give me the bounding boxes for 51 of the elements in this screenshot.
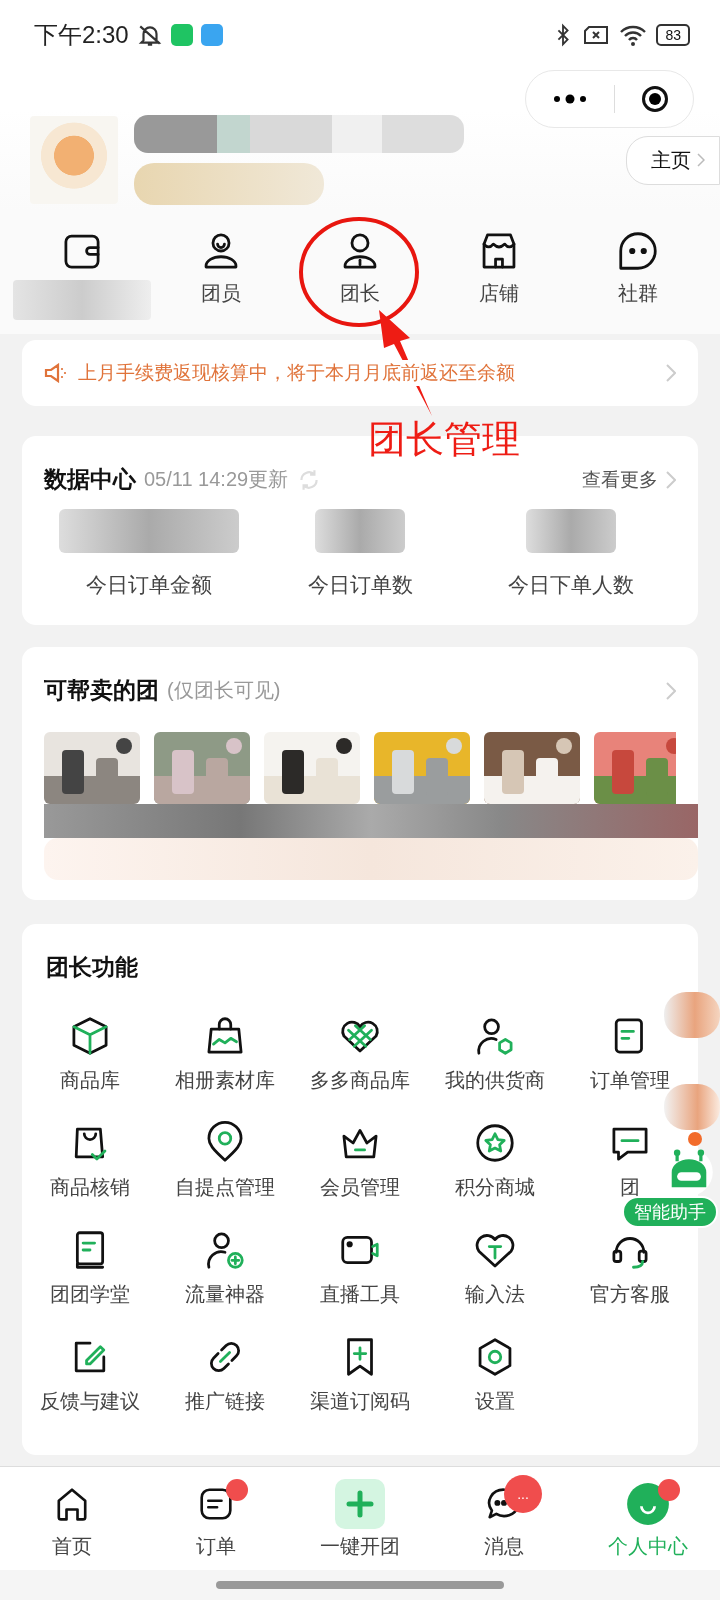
function-label[interactable]: 积分商城 <box>455 1174 536 1201</box>
home-button[interactable]: 主页 <box>626 135 720 185</box>
function-label[interactable]: 我的供货商 <box>445 1067 546 1094</box>
nav-label[interactable]: 团员 <box>200 280 241 307</box>
function-label[interactable]: 设置 <box>475 1388 516 1415</box>
tab[interactable]: 首页 <box>0 1467 144 1571</box>
status-time: 下午2:30 <box>34 20 129 50</box>
tab[interactable]: 一键开团 <box>288 1467 432 1571</box>
nav-label[interactable]: 社群 <box>618 280 659 307</box>
section-note: (仅团长可见) <box>167 678 281 703</box>
function-label[interactable]: 会员管理 <box>320 1174 400 1201</box>
chevron-right-icon <box>697 153 705 167</box>
metric-label: 今日下单人数 <box>507 572 634 598</box>
nav-label[interactable]: 店铺 <box>479 280 520 307</box>
battery-indicator: 83 <box>656 24 690 46</box>
metric-label: 今日订单数 <box>307 572 413 598</box>
tab[interactable]: 订单 <box>144 1467 288 1571</box>
function-label[interactable]: 官方客服 <box>590 1281 671 1308</box>
function-label[interactable]: 相册素材库 <box>174 1067 275 1094</box>
section-title: 可帮卖的团 <box>44 676 159 705</box>
nav-label[interactable]: 团长 <box>340 280 380 307</box>
close-icon[interactable] <box>641 85 669 113</box>
function-label[interactable]: 自提点管理 <box>174 1174 275 1201</box>
function-label[interactable]: 推广链接 <box>184 1388 265 1415</box>
section-title: 团长功能 <box>45 953 139 982</box>
metric-label: 今日订单金额 <box>86 572 213 598</box>
function-label[interactable]: 订单管理 <box>590 1067 671 1094</box>
chevron-right-icon <box>666 470 676 489</box>
function-label[interactable]: 直播工具 <box>320 1281 400 1308</box>
app-icon <box>200 24 223 46</box>
profile-icon <box>626 1481 670 1526</box>
view-more-link[interactable]: 查看更多 <box>582 466 658 493</box>
function-label[interactable]: 商品核销 <box>49 1174 130 1201</box>
function-label[interactable]: 输入法 <box>465 1281 526 1308</box>
plus-icon <box>335 1478 385 1529</box>
notification-dot <box>688 1132 702 1146</box>
function-label[interactable]: 渠道订阅码 <box>310 1388 410 1415</box>
function-label[interactable]: 反馈与建议 <box>39 1388 140 1415</box>
function-label[interactable]: 多多商品库 <box>310 1067 410 1094</box>
tab[interactable]: ... 消息 <box>432 1467 576 1571</box>
section-title: 数据中心 <box>44 465 136 494</box>
more-icon[interactable] <box>552 93 588 105</box>
annotation-label: 团长管理 <box>368 417 520 462</box>
function-label[interactable]: 商品库 <box>59 1067 120 1094</box>
function-label[interactable]: 团团学堂 <box>49 1281 130 1308</box>
chevron-right-icon <box>666 364 676 382</box>
sim-card-icon <box>582 23 611 47</box>
function-label[interactable]: 流量神器 <box>184 1281 265 1308</box>
blurred-avatar <box>664 992 720 1038</box>
message-badge: ... <box>504 1474 542 1513</box>
update-time: 05/11 14:29更新 <box>144 467 289 492</box>
